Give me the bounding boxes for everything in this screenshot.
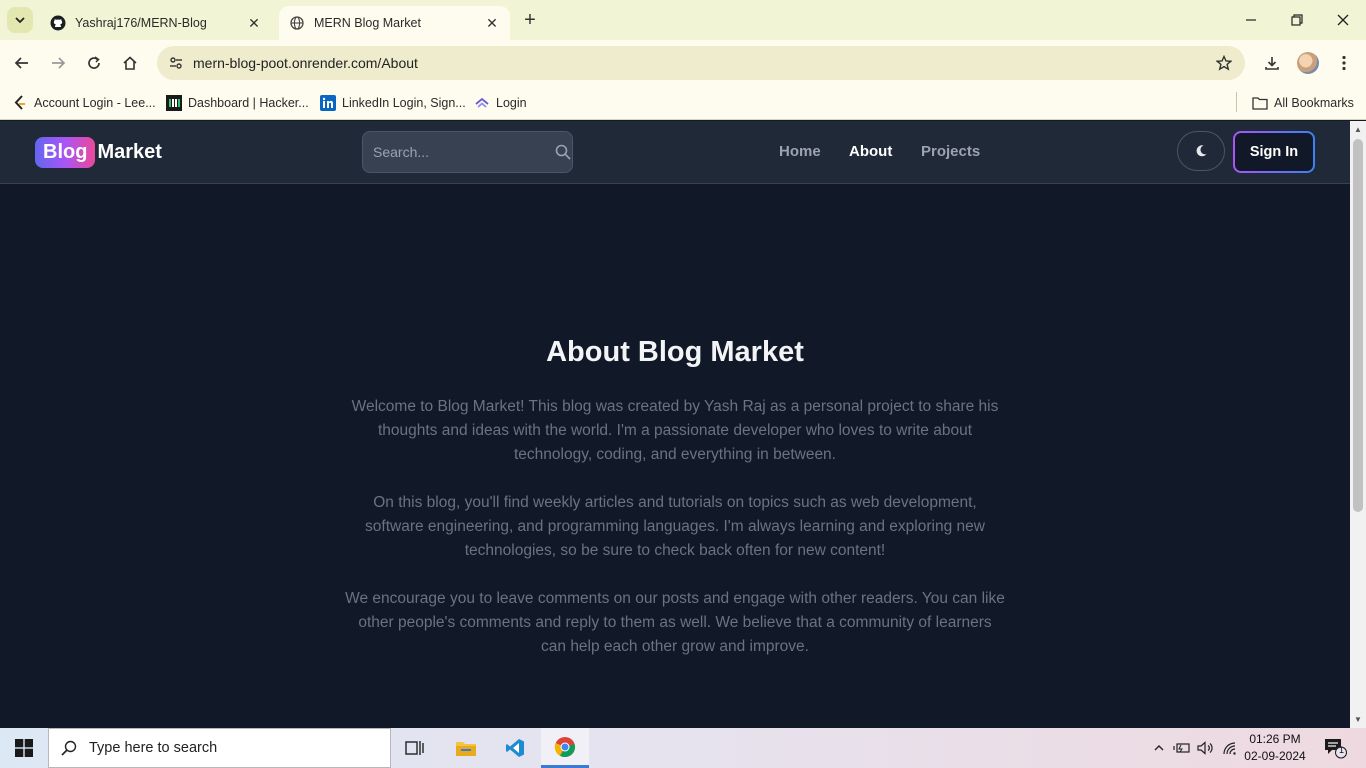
new-tab-plus-icon[interactable]: + — [519, 9, 541, 31]
linkedin-icon — [320, 95, 336, 111]
sign-in-button[interactable]: Sign In — [1233, 131, 1315, 173]
url-text[interactable]: mern-blog-poot.onrender.com/About — [193, 55, 1209, 71]
bookmark-label: Account Login - Lee... — [34, 96, 156, 110]
about-paragraph: We encourage you to leave comments on ou… — [345, 590, 1005, 655]
avatar — [1297, 52, 1319, 74]
page-title: About Blog Market — [546, 336, 804, 368]
github-icon — [50, 15, 66, 31]
theme-toggle-button[interactable] — [1177, 131, 1225, 171]
bookmark-linkedin[interactable]: LinkedIn Login, Sign... — [320, 92, 466, 114]
site-header: Blog Market Home About Projects Sign In — [0, 121, 1350, 184]
network-icon[interactable] — [1221, 738, 1241, 758]
address-bar[interactable]: mern-blog-poot.onrender.com/About — [157, 46, 1245, 80]
nav-projects[interactable]: Projects — [921, 143, 980, 160]
search-box — [362, 131, 573, 173]
search-input[interactable] — [363, 144, 554, 160]
bookmarks-divider — [1236, 92, 1237, 112]
moon-icon — [1196, 145, 1207, 157]
chevron-up-icon[interactable] — [1149, 738, 1169, 758]
download-icon[interactable] — [1259, 50, 1285, 76]
browser-toolbar: mern-blog-poot.onrender.com/About — [0, 40, 1366, 86]
taskbar-clock[interactable]: 01:26 PM 02-09-2024 — [1243, 731, 1307, 765]
about-section: About Blog Market Welcome to Blog Market… — [345, 336, 1005, 683]
kebab-menu-icon[interactable] — [1331, 50, 1357, 76]
nav-home[interactable]: Home — [779, 143, 821, 160]
profile-avatar[interactable] — [1295, 50, 1321, 76]
browser-tab-strip: Yashraj176/MERN-Blog ✕ MERN Blog Market … — [0, 0, 1366, 40]
tab-title: MERN Blog Market — [314, 16, 421, 30]
task-view-icon[interactable] — [391, 728, 439, 768]
bookmark-label: LinkedIn Login, Sign... — [342, 96, 466, 110]
all-bookmarks-label: All Bookmarks — [1274, 96, 1354, 110]
codeium-icon — [474, 95, 490, 111]
web-page: Blog Market Home About Projects Sign In … — [0, 121, 1350, 728]
windows-start-icon[interactable] — [0, 728, 48, 768]
close-tab-icon[interactable]: ✕ — [246, 15, 262, 31]
restore-icon[interactable] — [1282, 6, 1312, 34]
site-logo[interactable]: Blog Market — [35, 134, 162, 170]
search-icon — [49, 740, 89, 756]
bookmark-leetcode[interactable]: Account Login - Lee... — [12, 92, 156, 114]
bookmark-login[interactable]: Login — [474, 92, 527, 114]
notification-center-icon[interactable]: 1 — [1320, 736, 1350, 760]
tab-blog-market[interactable]: MERN Blog Market ✕ — [279, 6, 510, 40]
tab-search-button[interactable] — [7, 7, 33, 33]
leetcode-icon — [12, 95, 28, 111]
back-arrow-icon[interactable] — [9, 50, 35, 76]
forward-arrow-icon[interactable] — [45, 50, 71, 76]
logo-badge: Blog — [35, 136, 96, 168]
search-icon[interactable] — [554, 132, 572, 172]
speaker-icon[interactable] — [1196, 738, 1216, 758]
chevron-down-icon — [15, 17, 25, 24]
scroll-up-arrow-icon[interactable]: ▲ — [1354, 125, 1362, 134]
about-paragraph: Welcome to Blog Market! This blog was cr… — [351, 398, 999, 463]
close-window-icon[interactable] — [1328, 6, 1358, 34]
vscode-icon[interactable] — [491, 728, 539, 768]
folder-icon — [1252, 95, 1268, 111]
scrollbar-thumb[interactable] — [1353, 139, 1363, 512]
site-settings-icon[interactable] — [159, 46, 193, 80]
taskbar-search[interactable]: Type here to search — [48, 728, 391, 768]
tab-github[interactable]: Yashraj176/MERN-Blog ✕ — [40, 6, 272, 40]
file-explorer-icon[interactable] — [442, 728, 490, 768]
battery-icon[interactable] — [1172, 738, 1192, 758]
bookmark-label: Login — [496, 96, 527, 110]
windows-taskbar: Type here to search 01:26 PM 02-09-2024 … — [0, 728, 1366, 768]
scroll-down-arrow-icon[interactable]: ▼ — [1354, 715, 1362, 724]
taskbar-search-text: Type here to search — [89, 740, 218, 756]
all-bookmarks[interactable]: All Bookmarks — [1252, 92, 1354, 114]
bookmarks-bar: Account Login - Lee... Dashboard | Hacke… — [0, 86, 1366, 120]
chrome-icon[interactable] — [541, 728, 589, 768]
globe-icon — [289, 15, 305, 31]
logo-text: Market — [97, 140, 162, 163]
clock-time: 01:26 PM — [1249, 732, 1301, 746]
nav-about[interactable]: About — [849, 143, 892, 160]
bookmark-star-icon[interactable] — [1209, 48, 1239, 78]
clock-date: 02-09-2024 — [1244, 749, 1306, 763]
hackerrank-icon — [166, 95, 182, 111]
home-icon[interactable] — [117, 50, 143, 76]
page-scrollbar[interactable]: ▲ ▼ — [1350, 121, 1366, 728]
about-paragraph: On this blog, you'll find weekly article… — [365, 494, 985, 559]
tab-title: Yashraj176/MERN-Blog — [75, 16, 207, 30]
close-tab-icon[interactable]: ✕ — [484, 15, 500, 31]
bookmark-hackerrank[interactable]: Dashboard | Hacker... — [166, 92, 309, 114]
reload-icon[interactable] — [81, 50, 107, 76]
sign-in-label: Sign In — [1235, 133, 1313, 171]
notification-count: 1 — [1339, 745, 1345, 755]
minimize-icon[interactable] — [1236, 6, 1266, 34]
bookmark-label: Dashboard | Hacker... — [188, 96, 309, 110]
